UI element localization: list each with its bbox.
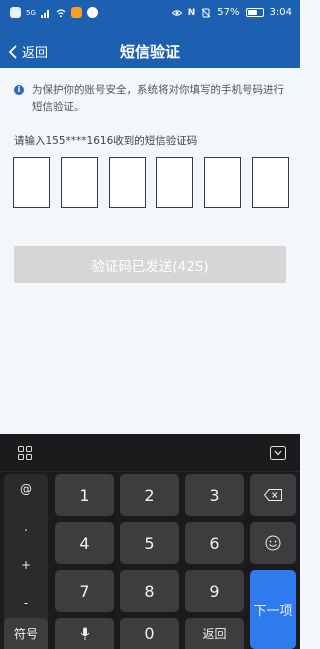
key-8[interactable]: 8 <box>120 570 179 612</box>
mute-icon <box>201 8 211 17</box>
signal-icon <box>40 9 49 18</box>
message-icon <box>86 7 98 18</box>
symbol-key-minus[interactable]: - <box>4 596 48 610</box>
code-digit-3[interactable] <box>108 157 146 208</box>
keyboard-toolbar <box>0 434 300 472</box>
microphone-icon <box>80 627 89 640</box>
grid-icon[interactable] <box>18 446 32 460</box>
wifi-icon <box>56 8 66 17</box>
emoji-icon <box>265 535 281 551</box>
return-key[interactable]: 返回 <box>185 618 244 649</box>
symbol-key-at[interactable]: @ <box>4 482 48 496</box>
clock: 3:04 <box>269 7 292 18</box>
numeric-keyboard: @ . + - 1 2 3 4 5 6 7 8 9 下一项 符号 0 返回 <box>0 434 300 649</box>
code-digit-2[interactable] <box>60 157 98 208</box>
key-7[interactable]: 7 <box>55 570 114 612</box>
signal-label: 5G <box>26 8 36 17</box>
resend-code-button[interactable]: 验证码已发送(42S) <box>14 246 286 283</box>
backspace-key[interactable] <box>250 474 296 516</box>
symbols-key[interactable]: 符号 <box>4 618 48 649</box>
code-input-group <box>13 157 289 208</box>
nav-bar: 返回 短信验证 <box>0 38 300 66</box>
voice-key[interactable] <box>55 618 114 649</box>
notice-text: 为保护你的账号安全，系统将对你填写的手机号码进行短信验证。 <box>32 84 284 113</box>
nfc-icon: N <box>187 7 196 18</box>
symbol-key-dot[interactable]: . <box>4 520 48 534</box>
eye-icon <box>171 9 182 16</box>
status-bar: 5G N 57% 3:04 <box>0 0 300 28</box>
app-header: 5G N 57% 3:04 返回 短信验证 <box>0 0 300 68</box>
code-digit-6[interactable] <box>251 157 289 208</box>
keyboard-hide-icon[interactable] <box>270 446 286 460</box>
key-5[interactable]: 5 <box>120 522 179 564</box>
code-prompt: 请输入155****1616收到的短信验证码 <box>14 135 198 147</box>
code-digit-4[interactable] <box>156 157 194 208</box>
key-0[interactable]: 0 <box>120 618 179 649</box>
key-1[interactable]: 1 <box>55 474 114 516</box>
key-2[interactable]: 2 <box>120 474 179 516</box>
key-6[interactable]: 6 <box>185 522 244 564</box>
key-3[interactable]: 3 <box>185 474 244 516</box>
notification-icon <box>10 7 21 18</box>
info-icon: i <box>14 85 24 95</box>
key-4[interactable]: 4 <box>55 522 114 564</box>
code-digit-1[interactable] <box>13 157 50 208</box>
key-9[interactable]: 9 <box>185 570 244 612</box>
symbol-key-plus[interactable]: + <box>4 558 48 572</box>
page-title: 短信验证 <box>119 43 180 61</box>
battery-icon <box>245 8 264 17</box>
app-notification-icon <box>70 7 82 18</box>
battery-percent: 57% <box>217 7 240 18</box>
emoji-key[interactable] <box>250 522 296 564</box>
sms-verification-panel: i 为保护你的账号安全，系统将对你填写的手机号码进行短信验证。 请输入155**… <box>0 68 300 434</box>
code-digit-5[interactable] <box>204 157 242 208</box>
security-notice: i 为保护你的账号安全，系统将对你填写的手机号码进行短信验证。 <box>14 82 292 116</box>
next-field-key[interactable]: 下一项 <box>250 570 296 649</box>
backspace-icon <box>264 489 282 501</box>
